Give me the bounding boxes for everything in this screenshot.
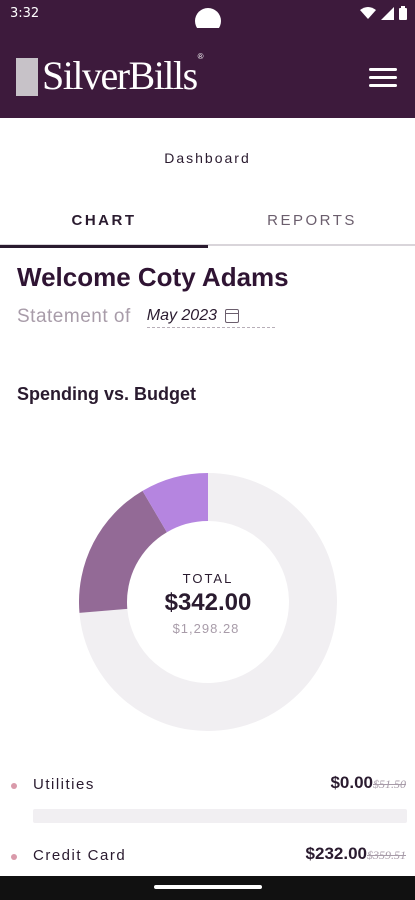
wifi-icon <box>360 6 376 25</box>
statement-label: Statement of <box>17 306 131 327</box>
statement-date-value: May 2023 <box>146 306 217 324</box>
battery-icon <box>399 6 407 25</box>
logo-trademark: ® <box>197 52 204 61</box>
category-name: Utilities <box>33 776 95 793</box>
category-dot <box>11 783 17 789</box>
spending-donut-chart: TOTAL $342.00 $1,298.28 <box>79 473 338 731</box>
status-time: 3:32 <box>10 6 40 21</box>
category-row[interactable]: Utilities $0.00 $51.50 <box>0 773 415 803</box>
donut-center: TOTAL $342.00 $1,298.28 <box>79 473 337 731</box>
logo-text: SilverBills <box>42 53 198 98</box>
category-budget: $51.50 <box>373 777 406 791</box>
status-bar: 3:32 <box>0 0 415 34</box>
tab-reports[interactable]: REPORTS <box>208 196 415 246</box>
category-row[interactable]: Credit Card $232.00 $359.51 <box>0 844 415 874</box>
total-budget: $1,298.28 <box>172 621 240 636</box>
logo-mark <box>16 58 38 96</box>
hamburger-menu-icon[interactable] <box>369 68 397 90</box>
tab-chart[interactable]: CHART <box>0 196 208 248</box>
category-progress-track <box>33 809 407 823</box>
category-spent: $232.00 <box>305 844 367 863</box>
system-nav-bar <box>0 876 415 900</box>
category-budget: $359.51 <box>367 848 406 862</box>
category-amounts: $0.00 $51.50 <box>330 773 406 793</box>
category-name: Credit Card <box>33 847 127 864</box>
page-title: Dashboard <box>164 150 251 166</box>
home-indicator[interactable] <box>154 885 262 889</box>
category-spent: $0.00 <box>330 773 373 792</box>
app-header: SilverBills ® <box>0 28 415 118</box>
total-value: $342.00 <box>164 589 252 616</box>
section-title: Spending vs. Budget <box>17 384 197 404</box>
category-dot <box>11 854 17 860</box>
statement-row: Statement of May 2023 <box>17 306 275 328</box>
total-label: TOTAL <box>182 571 234 586</box>
category-amounts: $232.00 $359.51 <box>306 844 406 864</box>
welcome-heading: Welcome Coty Adams <box>17 262 289 292</box>
tab-bar: CHART REPORTS <box>0 196 415 248</box>
silverbills-logo[interactable]: SilverBills ® <box>16 52 204 96</box>
status-icons <box>360 6 407 25</box>
calendar-icon[interactable] <box>225 308 239 323</box>
statement-date-picker[interactable]: May 2023 <box>146 306 275 328</box>
signal-icon <box>381 6 394 25</box>
